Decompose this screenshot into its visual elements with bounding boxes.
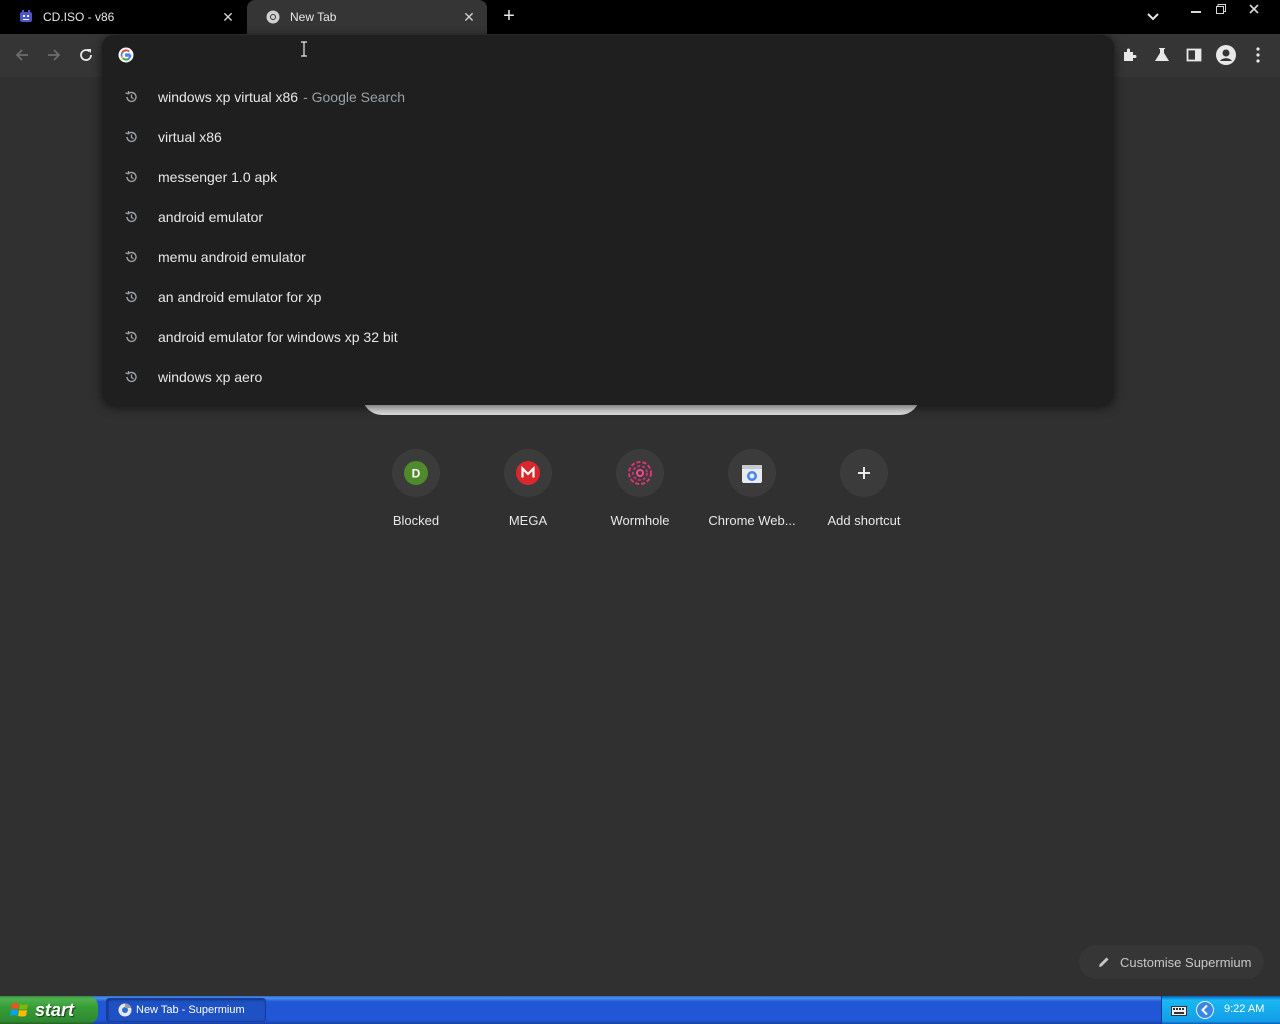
shortcut-label: Blocked: [392, 513, 440, 528]
omnibox-input[interactable]: [146, 41, 1086, 69]
keyboard-icon[interactable]: [1171, 1003, 1187, 1017]
taskbar-button-new-tab[interactable]: New Tab - Supermium: [106, 998, 266, 1022]
shortcut-tile: [616, 449, 664, 497]
shortcut-label: Chrome Web...: [708, 513, 796, 528]
tab-strip: CD.ISO - v86 ✕ New Tab ✕ +: [0, 0, 1280, 34]
profile-avatar-icon[interactable]: [1216, 45, 1236, 65]
web-store-bag-icon: [742, 465, 762, 483]
history-icon: [124, 170, 138, 184]
svg-text:D: D: [412, 467, 421, 481]
back-arrow-icon[interactable]: [11, 44, 33, 66]
suggestion-text: memu android emulator: [158, 249, 306, 265]
suggestion-text: windows xp aero: [158, 369, 263, 385]
restore-icon[interactable]: [1208, 0, 1234, 18]
pencil-icon: [1096, 954, 1112, 970]
suggestion-text: an android emulator for xp: [158, 289, 322, 305]
reload-icon[interactable]: [75, 44, 97, 66]
taskbar-button-label: New Tab - Supermium: [136, 1004, 245, 1016]
windows-logo-icon: [10, 1003, 28, 1017]
browser-window: CD.ISO - v86 ✕ New Tab ✕ + D Blocked MEG…: [0, 0, 1280, 996]
minimize-icon[interactable]: [1183, 0, 1209, 18]
history-icon: [124, 330, 138, 344]
history-icon: [124, 370, 138, 384]
history-icon: [124, 130, 138, 144]
clock: 9:22 AM: [1224, 1003, 1265, 1015]
shortcut-label: Wormhole: [610, 513, 670, 528]
forward-arrow-icon[interactable]: [43, 44, 65, 66]
taskbar: start New Tab - Supermium 9:22 AM: [0, 996, 1280, 1024]
wormhole-swirl-icon: [628, 461, 652, 485]
shortcut-tile: [728, 449, 776, 497]
omnibox-dropdown: windows xp virtual x86 - Google Search v…: [102, 35, 1114, 405]
suggestion-text: virtual x86: [158, 129, 222, 145]
close-tab-icon[interactable]: ✕: [220, 9, 236, 25]
shortcut-label: Add shortcut: [827, 513, 901, 528]
suggestion-suffix: - Google Search: [303, 89, 406, 105]
history-icon: [124, 250, 138, 264]
supermium-icon: [118, 1003, 132, 1017]
google-g-icon: [118, 47, 134, 63]
suggestion-item[interactable]: windows xp virtual x86 - Google Search: [102, 77, 1114, 117]
shortcut-chrome-web-store[interactable]: Chrome Web...: [696, 447, 808, 537]
suggestion-item[interactable]: android emulator: [102, 197, 1114, 237]
shortcut-wormhole[interactable]: Wormhole: [584, 447, 696, 537]
side-panel-icon[interactable]: [1184, 45, 1204, 65]
chrome-favicon-icon: [265, 9, 281, 25]
new-tab-plus-icon[interactable]: +: [497, 6, 521, 28]
show-hidden-icons-chevron-icon[interactable]: [1196, 1001, 1214, 1019]
suggestion-item[interactable]: android emulator for windows xp 32 bit: [102, 317, 1114, 357]
close-tab-icon[interactable]: ✕: [461, 9, 477, 25]
suggestion-item[interactable]: virtual x86: [102, 117, 1114, 157]
suggestion-text: windows xp virtual x86: [158, 89, 299, 105]
system-tray: 9:22 AM: [1161, 996, 1280, 1024]
suggestion-item[interactable]: windows xp aero: [102, 357, 1114, 397]
shortcut-tile: D: [392, 449, 440, 497]
suggestion-item[interactable]: an android emulator for xp: [102, 277, 1114, 317]
tab-title: New Tab: [290, 10, 337, 24]
plus-icon: [858, 467, 870, 479]
tab-title: CD.ISO - v86: [43, 10, 115, 24]
shortcut-tile: [840, 449, 888, 497]
suggestion-item[interactable]: messenger 1.0 apk: [102, 157, 1114, 197]
shortcut-mega[interactable]: MEGA: [472, 447, 584, 537]
history-icon: [124, 290, 138, 304]
extensions-puzzle-icon[interactable]: [1120, 45, 1140, 65]
shortcut-label: MEGA: [508, 513, 548, 528]
shortcut-blocked[interactable]: D Blocked: [360, 447, 472, 537]
history-icon: [124, 210, 138, 224]
suggestion-text: messenger 1.0 apk: [158, 169, 278, 185]
omnibox-row: [102, 35, 1114, 75]
blocked-d-icon: D: [404, 461, 428, 485]
v86-favicon-icon: [18, 9, 34, 25]
suggestion-item[interactable]: memu android emulator: [102, 237, 1114, 277]
suggestion-text: android emulator: [158, 209, 264, 225]
start-button[interactable]: start: [0, 996, 98, 1024]
text-cursor-icon: [301, 41, 307, 57]
history-icon: [124, 90, 138, 104]
labs-flask-icon[interactable]: [1152, 45, 1172, 65]
tab-new-tab[interactable]: New Tab ✕: [247, 0, 487, 34]
add-shortcut-button[interactable]: Add shortcut: [808, 447, 920, 537]
menu-kebab-icon[interactable]: [1248, 45, 1268, 65]
start-label: start: [35, 999, 75, 1020]
customise-button[interactable]: Customise Supermium: [1079, 945, 1264, 979]
tab-cd-iso[interactable]: CD.ISO - v86 ✕: [0, 0, 246, 34]
close-window-icon[interactable]: [1241, 0, 1267, 18]
shortcuts-grid: D Blocked MEGA Wormhole Chrome Web... Ad…: [360, 447, 920, 537]
suggestion-text: android emulator for windows xp 32 bit: [158, 329, 398, 345]
shortcut-tile: [504, 449, 552, 497]
mega-logo-icon: [516, 461, 540, 485]
tab-search-chevron-icon[interactable]: [1142, 8, 1164, 26]
customise-label: Customise Supermium: [1120, 954, 1252, 970]
